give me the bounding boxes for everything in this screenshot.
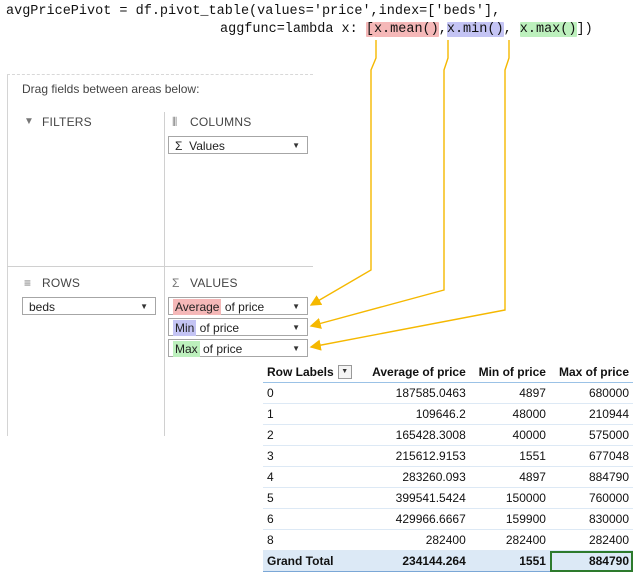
cell-average: 215612.9153	[361, 445, 470, 467]
cell-max: 210944	[549, 403, 633, 425]
cell-label: 0	[263, 382, 362, 404]
table-row: 3 215612.9153 1551 677048	[263, 445, 633, 467]
cell-min: 40000	[469, 424, 550, 446]
arrow-max	[309, 40, 510, 351]
grand-total-row: Grand Total 234144.264 1551 884790	[263, 550, 633, 572]
cell-max: 677048	[549, 445, 633, 467]
cell-max: 575000	[549, 424, 633, 446]
table-row: 0 187585.0463 4897 680000	[263, 382, 633, 404]
pivot-table: Row Labels ▼ Average of price Min of pric…	[263, 362, 633, 572]
header-row-labels[interactable]: Row Labels ▼	[263, 362, 362, 383]
header-max: Max of price	[549, 362, 633, 383]
cell-label: 5	[263, 487, 362, 509]
cell-min: 159900	[469, 508, 550, 530]
arrow-mean	[309, 40, 377, 306]
header-average: Average of price	[361, 362, 470, 383]
cell-max: 760000	[549, 487, 633, 509]
cell-max: 830000	[549, 508, 633, 530]
table-row: 4 283260.093 4897 884790	[263, 466, 633, 488]
cell-label: 4	[263, 466, 362, 488]
table-row: 8 282400 282400 282400	[263, 529, 633, 551]
cell-min: 4897	[469, 382, 550, 404]
cell-average: 429966.6667	[361, 508, 470, 530]
cell-min: 48000	[469, 403, 550, 425]
cell-average: 187585.0463	[361, 382, 470, 404]
cell-max: 884790	[549, 466, 633, 488]
cell-max: 680000	[549, 382, 633, 404]
cell-average: 165428.3008	[361, 424, 470, 446]
cell-min: 4897	[469, 466, 550, 488]
cell-label: 1	[263, 403, 362, 425]
cell-label: 3	[263, 445, 362, 467]
header-min: Min of price	[469, 362, 550, 383]
grand-total-label: Grand Total	[263, 550, 362, 572]
cell-min: 150000	[469, 487, 550, 509]
grand-total-max[interactable]: 884790	[549, 550, 633, 572]
cell-label: 8	[263, 529, 362, 551]
cell-label: 6	[263, 508, 362, 530]
cell-min: 1551	[469, 445, 550, 467]
cell-label: 2	[263, 424, 362, 446]
table-row: 6 429966.6667 159900 830000	[263, 508, 633, 530]
grand-total-min: 1551	[469, 550, 550, 572]
cell-average: 109646.2	[361, 403, 470, 425]
cell-average: 283260.093	[361, 466, 470, 488]
cell-min: 282400	[469, 529, 550, 551]
arrow-min	[309, 40, 449, 329]
filter-dropdown-icon[interactable]: ▼	[337, 365, 352, 380]
cell-max: 282400	[549, 529, 633, 551]
table-row: 2 165428.3008 40000 575000	[263, 424, 633, 446]
table-row: 1 109646.2 48000 210944	[263, 403, 633, 425]
grand-total-average: 234144.264	[361, 550, 470, 572]
cell-average: 399541.5424	[361, 487, 470, 509]
pivot-header-row: Row Labels ▼ Average of price Min of pric…	[263, 362, 633, 383]
cell-average: 282400	[361, 529, 470, 551]
table-row: 5 399541.5424 150000 760000	[263, 487, 633, 509]
